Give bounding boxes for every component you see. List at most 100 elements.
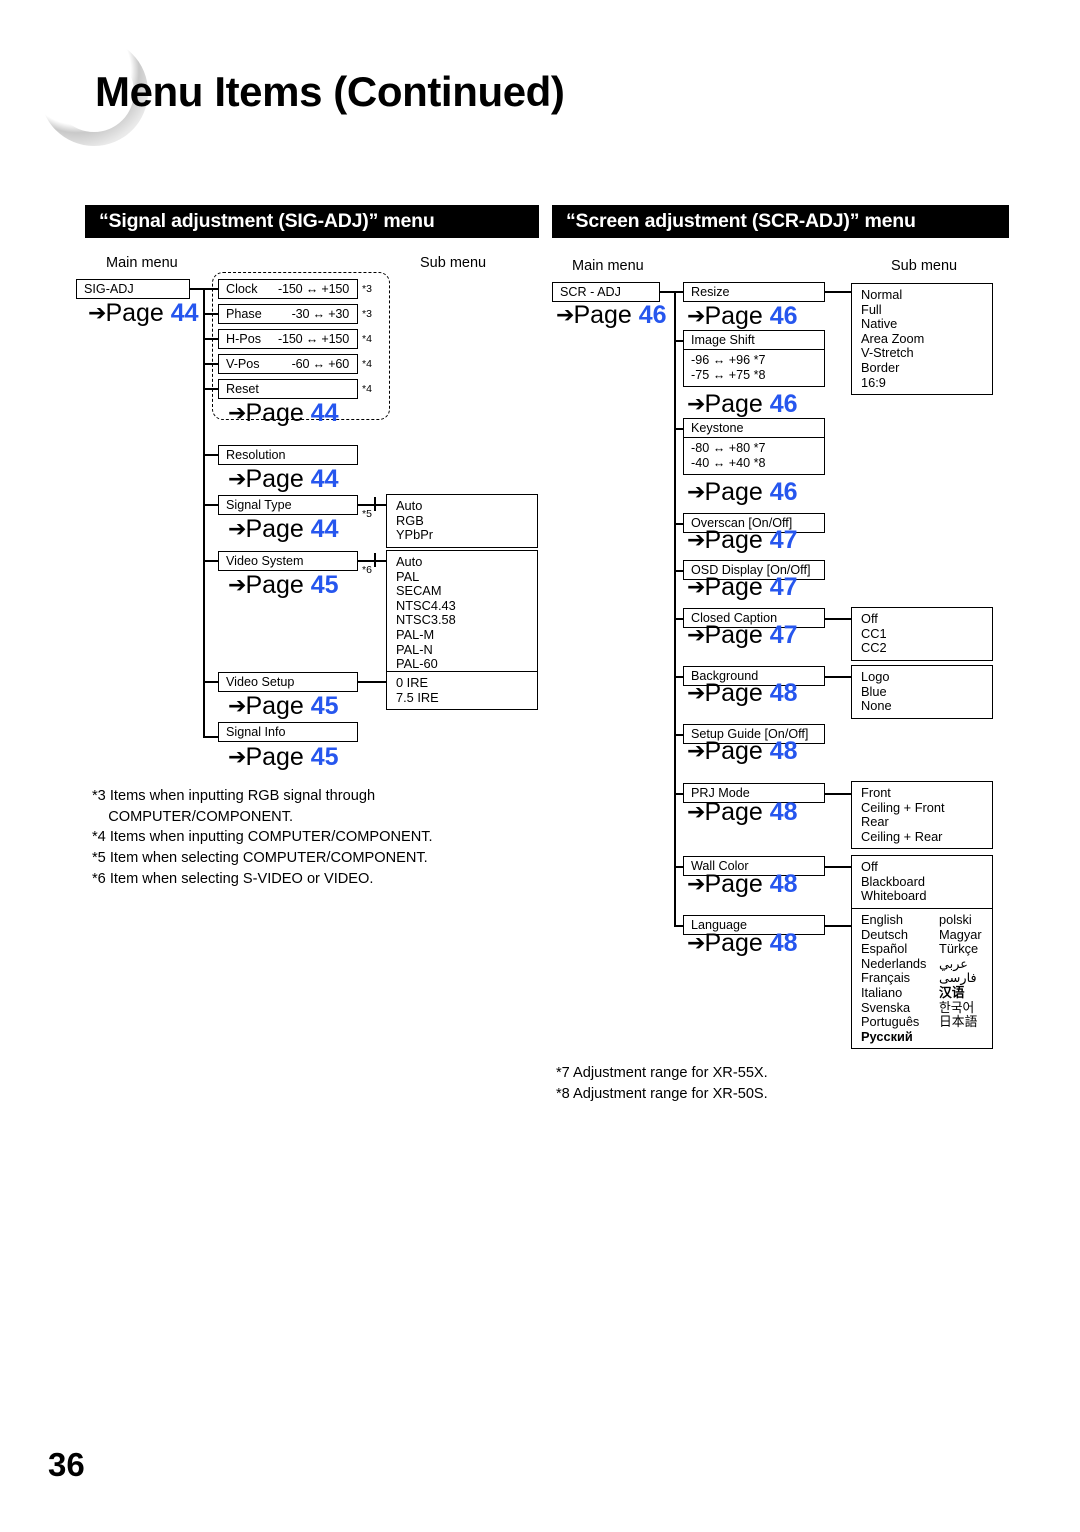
submenu-box-closed-caption[interactable]: Off CC1 CC2 bbox=[851, 607, 993, 661]
connector-line bbox=[824, 866, 853, 868]
submenu-box-prj-mode[interactable]: Front Ceiling + Front Rear Ceiling + Rea… bbox=[851, 781, 993, 850]
page-ref-overscan[interactable]: ➔Page 47 bbox=[687, 528, 798, 553]
range-line: -80 ↔ +80 *7 bbox=[691, 441, 766, 455]
menu-box-scr-adj[interactable]: SCR - ADJ bbox=[552, 282, 660, 302]
page-ref-resize[interactable]: ➔Page 46 bbox=[687, 304, 798, 329]
page-ref-signal-group[interactable]: ➔Page 44 bbox=[228, 401, 339, 426]
option-item: Full bbox=[861, 301, 882, 317]
submenu-box-resize[interactable]: Normal Full Native Area Zoom V-Stretch B… bbox=[851, 283, 993, 396]
page-ref-closed-caption[interactable]: ➔Page 47 bbox=[687, 623, 798, 648]
item-box-keystone[interactable]: Keystone bbox=[683, 418, 825, 438]
page-ref-resolution[interactable]: ➔Page 44 bbox=[228, 467, 339, 492]
page-ref-signal-type[interactable]: ➔Page 44 bbox=[228, 517, 339, 542]
item-box-signal-type[interactable]: Signal Type bbox=[218, 495, 358, 515]
submenu-box-language[interactable]: English Deutsch Español Nederlands Franç… bbox=[851, 908, 993, 1050]
item-box-phase[interactable]: Phase -30 ↔ +30 bbox=[218, 304, 358, 324]
page-ref-scr-adj[interactable]: ➔Page 46 bbox=[556, 303, 667, 328]
arrow-icon: ➔ bbox=[687, 738, 705, 763]
connector-line bbox=[203, 363, 219, 365]
submenu-box-wall-color[interactable]: Off Blackboard Whiteboard bbox=[851, 855, 993, 909]
footnote-3: *3 Items when inputting RGB signal throu… bbox=[92, 788, 376, 825]
trunk-line-right bbox=[674, 291, 676, 927]
page-ref-video-system[interactable]: ➔Page 45 bbox=[228, 573, 339, 598]
item-box-signal-info[interactable]: Signal Info bbox=[218, 722, 358, 742]
option-item: Nederlands bbox=[861, 955, 927, 971]
footnote-8: *8 Adjustment range for XR-50S. bbox=[556, 1086, 768, 1102]
option-item: PAL-60 bbox=[396, 656, 438, 672]
arrow-icon: ➔ bbox=[88, 300, 106, 325]
language-column-1: English Deutsch Español Nederlands Franç… bbox=[861, 912, 939, 1044]
option-item: NTSC4.43 bbox=[396, 597, 456, 613]
connector-line bbox=[203, 560, 219, 562]
page-ref-background[interactable]: ➔Page 48 bbox=[687, 681, 798, 706]
page-ref-video-setup[interactable]: ➔Page 45 bbox=[228, 694, 339, 719]
range-box-image-shift: -96 ↔ +96 *7 -75 ↔ +75 *8 bbox=[683, 350, 825, 387]
arrow-icon: ➔ bbox=[687, 799, 705, 824]
option-item: Area Zoom bbox=[861, 330, 925, 346]
arrow-icon: ➔ bbox=[228, 400, 246, 425]
page-ref-setup-guide[interactable]: ➔Page 48 bbox=[687, 739, 798, 764]
arrow-icon: ➔ bbox=[687, 622, 705, 647]
option-item: Front bbox=[861, 785, 891, 800]
range-box-keystone: -80 ↔ +80 *7 -40 ↔ +40 *8 bbox=[683, 438, 825, 475]
connector-line bbox=[824, 676, 853, 678]
page-ref-image-shift[interactable]: ➔Page 46 bbox=[687, 392, 798, 417]
option-item: SECAM bbox=[396, 583, 442, 599]
arrow-icon: ➔ bbox=[228, 572, 246, 597]
page-ref-wall-color[interactable]: ➔Page 48 bbox=[687, 872, 798, 897]
option-item: RGB bbox=[396, 512, 424, 528]
arrow-icon: ➔ bbox=[556, 302, 574, 327]
page-ref-signal-info[interactable]: ➔Page 45 bbox=[228, 745, 339, 770]
option-item: عربي bbox=[939, 955, 968, 971]
option-item: Whiteboard bbox=[861, 888, 927, 904]
option-item: Off bbox=[861, 859, 878, 874]
footnote-6: *6 Item when selecting S-VIDEO or VIDEO. bbox=[92, 871, 374, 887]
option-item: CC2 bbox=[861, 640, 887, 656]
connector-line bbox=[203, 736, 219, 738]
arrow-icon: ➔ bbox=[687, 871, 705, 896]
page-ref-osd-display[interactable]: ➔Page 47 bbox=[687, 575, 798, 600]
option-item: Rear bbox=[861, 814, 889, 830]
option-item: Magyar bbox=[939, 926, 982, 942]
page-ref-language[interactable]: ➔Page 48 bbox=[687, 931, 798, 956]
submenu-box-background[interactable]: Logo Blue None bbox=[851, 665, 993, 719]
arrow-icon: ➔ bbox=[228, 466, 246, 491]
option-item: 한국어 bbox=[939, 999, 975, 1015]
page-ref-keystone[interactable]: ➔Page 46 bbox=[687, 480, 798, 505]
menu-box-sig-adj[interactable]: SIG-ADJ bbox=[76, 279, 190, 299]
item-box-h-pos[interactable]: H-Pos -150 ↔ +150 bbox=[218, 329, 358, 349]
submenu-box-video-setup[interactable]: 0 IRE 7.5 IRE bbox=[386, 671, 538, 711]
connector-line bbox=[824, 618, 853, 620]
item-box-resolution[interactable]: Resolution bbox=[218, 445, 358, 465]
page-ref-sig-adj[interactable]: ➔Page 44 bbox=[88, 301, 199, 326]
item-box-video-system[interactable]: Video System bbox=[218, 551, 358, 571]
connector-line bbox=[203, 681, 219, 683]
submenu-box-video-system[interactable]: Auto PAL SECAM NTSC4.43 NTSC3.58 PAL-M P… bbox=[386, 550, 538, 677]
option-item: Ceiling + Rear bbox=[861, 828, 943, 844]
option-item: polski bbox=[939, 912, 972, 927]
main-menu-label-left: Main menu bbox=[106, 255, 178, 271]
item-box-clock[interactable]: Clock -150 ↔ +150 bbox=[218, 279, 358, 299]
option-item: 0 IRE bbox=[396, 675, 429, 690]
arrow-icon: ➔ bbox=[687, 303, 705, 328]
item-box-video-setup[interactable]: Video Setup bbox=[218, 672, 358, 692]
item-box-image-shift[interactable]: Image Shift bbox=[683, 330, 825, 350]
option-item: NTSC3.58 bbox=[396, 612, 456, 628]
option-item: Blue bbox=[861, 683, 887, 699]
item-box-reset[interactable]: Reset bbox=[218, 379, 358, 399]
submenu-box-signal-type[interactable]: Auto RGB YPbPr bbox=[386, 494, 538, 548]
range-line: -75 ↔ +75 *8 bbox=[691, 367, 766, 382]
arrow-icon: ➔ bbox=[687, 391, 705, 416]
language-column-2: polski Magyar Türkçe عربي فارسی 汉语 한국어 日… bbox=[939, 912, 982, 1044]
section-bar-sig-adj: “Signal adjustment (SIG-ADJ)” menu bbox=[85, 205, 539, 238]
item-box-resize[interactable]: Resize bbox=[683, 282, 825, 302]
option-item: CC1 bbox=[861, 625, 887, 641]
footnote-marker: *3 bbox=[362, 283, 372, 295]
page-ref-prj-mode[interactable]: ➔Page 48 bbox=[687, 800, 798, 825]
option-item: 日本語 bbox=[939, 1014, 978, 1030]
option-item: Logo bbox=[861, 669, 890, 684]
footnote-marker: *5 bbox=[362, 508, 372, 520]
main-menu-label-right: Main menu bbox=[572, 258, 644, 274]
item-box-v-pos[interactable]: V-Pos -60 ↔ +60 bbox=[218, 354, 358, 374]
footnote-marker: *6 bbox=[362, 564, 372, 576]
